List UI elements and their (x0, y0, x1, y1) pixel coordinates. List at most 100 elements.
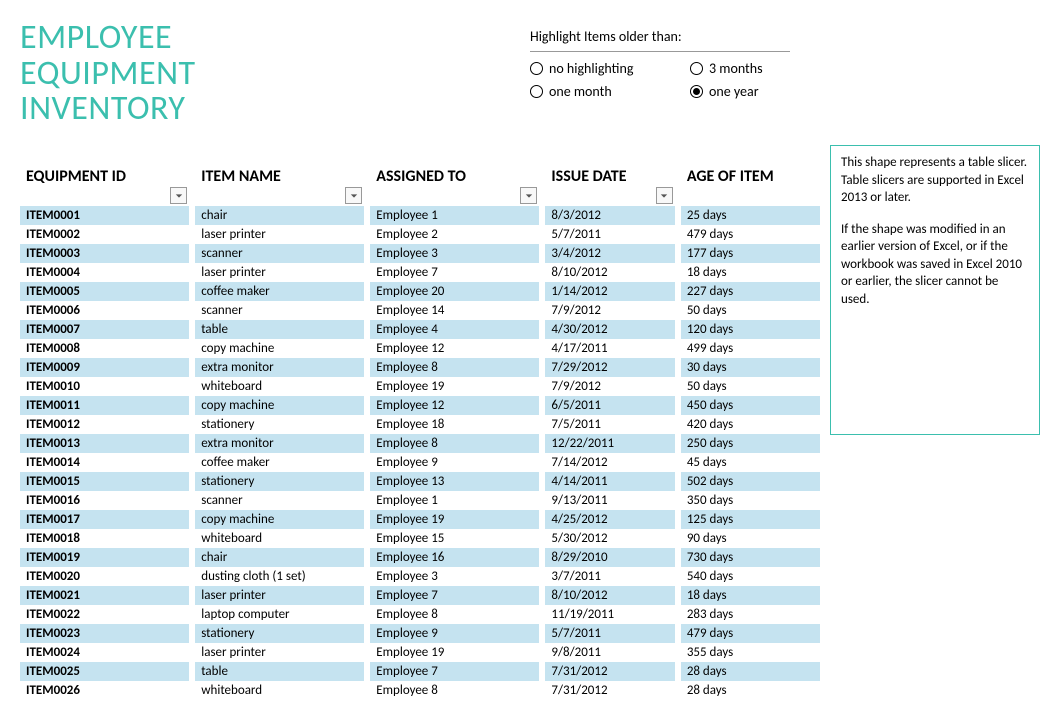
cell-assigned-to: Employee 4 (370, 320, 539, 339)
cell-assigned-to: Employee 13 (370, 472, 539, 491)
filter-dropdown-icon[interactable] (345, 187, 362, 204)
cell-age: 479 days (681, 624, 820, 643)
cell-age: 479 days (681, 225, 820, 244)
cell-equipment-id: ITEM0014 (20, 453, 189, 472)
table-row[interactable]: ITEM0005coffee makerEmployee 201/14/2012… (20, 282, 820, 301)
header-issue-date[interactable]: ISSUE DATE (545, 157, 674, 206)
table-row[interactable]: ITEM0001chairEmployee 18/3/201225 days (20, 206, 820, 225)
header-label: EQUIPMENT ID (26, 167, 126, 186)
cell-issue-date: 8/3/2012 (545, 206, 674, 225)
cell-assigned-to: Employee 15 (370, 529, 539, 548)
cell-age: 250 days (681, 434, 820, 453)
cell-age: 355 days (681, 643, 820, 662)
cell-age: 420 days (681, 415, 820, 434)
cell-item-name: copy machine (195, 510, 364, 529)
table-row[interactable]: ITEM0012 stationery Employee 18 7/5/2011 420… (20, 415, 820, 434)
table-row[interactable]: ITEM0013extra monitorEmployee 812/22/201… (20, 434, 820, 453)
cell-issue-date: 8/29/2010 (545, 548, 674, 567)
cell-equipment-id: ITEM0011 (20, 396, 189, 415)
cell-assigned-to: Employee 2 (370, 225, 539, 244)
cell-issue-date: 4/14/2011 (545, 472, 674, 491)
table-row[interactable]: ITEM0019chairEmployee 168/29/2010730 day… (20, 548, 820, 567)
cell-age: 45 days (681, 453, 820, 472)
table-row[interactable]: ITEM0006scannerEmployee 147/9/201250 day… (20, 301, 820, 320)
cell-assigned-to: Employee 18 (370, 415, 539, 434)
table-row[interactable]: ITEM0023stationeryEmployee 95/7/2011479 … (20, 624, 820, 643)
header-label: ASSIGNED TO (376, 167, 466, 186)
cell-item-name: stationery (195, 624, 364, 643)
table-row[interactable]: ITEM0004laser printerEmployee 78/10/2012… (20, 263, 820, 282)
table-row[interactable]: ITEM0022laptop computerEmployee 811/19/2… (20, 605, 820, 624)
header-label: ISSUE DATE (551, 167, 626, 186)
radio-no-highlighting[interactable]: no highlighting (530, 60, 690, 77)
cell-age: 283 days (681, 605, 820, 624)
radio-one-month[interactable]: one month (530, 83, 690, 100)
radio-icon (530, 62, 543, 75)
cell-assigned-to: Employee 3 (370, 244, 539, 263)
table-row[interactable]: ITEM0025tableEmployee 77/31/201228 days (20, 662, 820, 681)
header-assigned-to[interactable]: ASSIGNED TO (370, 157, 539, 206)
cell-age: 450 days (681, 396, 820, 415)
cell-issue-date: 6/5/2011 (545, 396, 674, 415)
cell-item-name: laptop computer (195, 605, 364, 624)
cell-item-name: table (195, 662, 364, 681)
table-row[interactable]: ITEM0024laser printerEmployee 199/8/2011… (20, 643, 820, 662)
cell-issue-date: 7/5/2011 (545, 415, 674, 434)
cell-assigned-to: Employee 1 (370, 206, 539, 225)
table-row[interactable]: ITEM0017copy machineEmployee 194/25/2012… (20, 510, 820, 529)
cell-equipment-id: ITEM0001 (20, 206, 189, 225)
table-row[interactable]: ITEM0016scannerEmployee 19/13/2011350 da… (20, 491, 820, 510)
table-row[interactable]: ITEM0015stationeryEmployee 134/14/201150… (20, 472, 820, 491)
cell-age: 90 days (681, 529, 820, 548)
cell-item-name: stationery (195, 415, 364, 434)
slicer-text-2: If the shape was modified in an earlier … (841, 221, 1029, 309)
cell-item-name: chair (195, 206, 364, 225)
cell-equipment-id: ITEM0004 (20, 263, 189, 282)
cell-equipment-id: ITEM0026 (20, 681, 189, 700)
header-equipment-id[interactable]: EQUIPMENT ID (20, 157, 189, 206)
table-row[interactable]: ITEM0011copy machineEmployee 126/5/20114… (20, 396, 820, 415)
radio-icon (690, 85, 703, 98)
cell-issue-date: 3/7/2011 (545, 567, 674, 586)
cell-age: 177 days (681, 244, 820, 263)
cell-assigned-to: Employee 1 (370, 491, 539, 510)
cell-issue-date: 12/22/2011 (545, 434, 674, 453)
header-item-name[interactable]: ITEM NAME (195, 157, 364, 206)
cell-assigned-to: Employee 8 (370, 358, 539, 377)
header-age-of-item[interactable]: AGE OF ITEM (681, 157, 820, 206)
table-row[interactable]: ITEM0014coffee makerEmployee 97/14/20124… (20, 453, 820, 472)
table-row[interactable]: ITEM0007tableEmployee 44/30/2012120 days (20, 320, 820, 339)
radio-one-year[interactable]: one year (690, 83, 810, 100)
cell-assigned-to: Employee 9 (370, 453, 539, 472)
cell-equipment-id: ITEM0012 (20, 415, 189, 434)
cell-item-name: copy machine (195, 396, 364, 415)
table-row[interactable]: ITEM0010whiteboardEmployee 197/9/201250 … (20, 377, 820, 396)
slicer-placeholder: This shape represents a table slicer. Ta… (830, 145, 1040, 435)
cell-item-name: extra monitor (195, 434, 364, 453)
cell-issue-date: 8/10/2012 (545, 586, 674, 605)
cell-issue-date: 5/7/2011 (545, 225, 674, 244)
table-row[interactable]: ITEM0021laser printerEmployee 78/10/2012… (20, 586, 820, 605)
cell-equipment-id: ITEM0022 (20, 605, 189, 624)
table-row[interactable]: ITEM0018whiteboardEmployee 155/30/201290… (20, 529, 820, 548)
filter-dropdown-icon[interactable] (520, 187, 537, 204)
radio-label: one month (549, 83, 612, 100)
table-row[interactable]: ITEM0003scannerEmployee 33/4/2012177 day… (20, 244, 820, 263)
table-row[interactable]: ITEM0026whiteboardEmployee 87/31/201228 … (20, 681, 820, 700)
filter-dropdown-icon[interactable] (656, 187, 673, 204)
cell-age: 499 days (681, 339, 820, 358)
table-row[interactable]: ITEM0020dusting cloth (1 set)Employee 33… (20, 567, 820, 586)
table-row[interactable]: ITEM0008copy machineEmployee 124/17/2011… (20, 339, 820, 358)
cell-equipment-id: ITEM0016 (20, 491, 189, 510)
table-row[interactable]: ITEM0009extra monitorEmployee 87/29/2012… (20, 358, 820, 377)
cell-assigned-to: Employee 7 (370, 586, 539, 605)
cell-item-name: chair (195, 548, 364, 567)
radio-icon (690, 62, 703, 75)
table-row[interactable]: ITEM0002laser printerEmployee 25/7/20114… (20, 225, 820, 244)
filter-dropdown-icon[interactable] (170, 187, 187, 204)
cell-assigned-to: Employee 19 (370, 643, 539, 662)
cell-assigned-to: Employee 9 (370, 624, 539, 643)
cell-age: 28 days (681, 681, 820, 700)
radio-3-months[interactable]: 3 months (690, 60, 810, 77)
cell-item-name: scanner (195, 301, 364, 320)
